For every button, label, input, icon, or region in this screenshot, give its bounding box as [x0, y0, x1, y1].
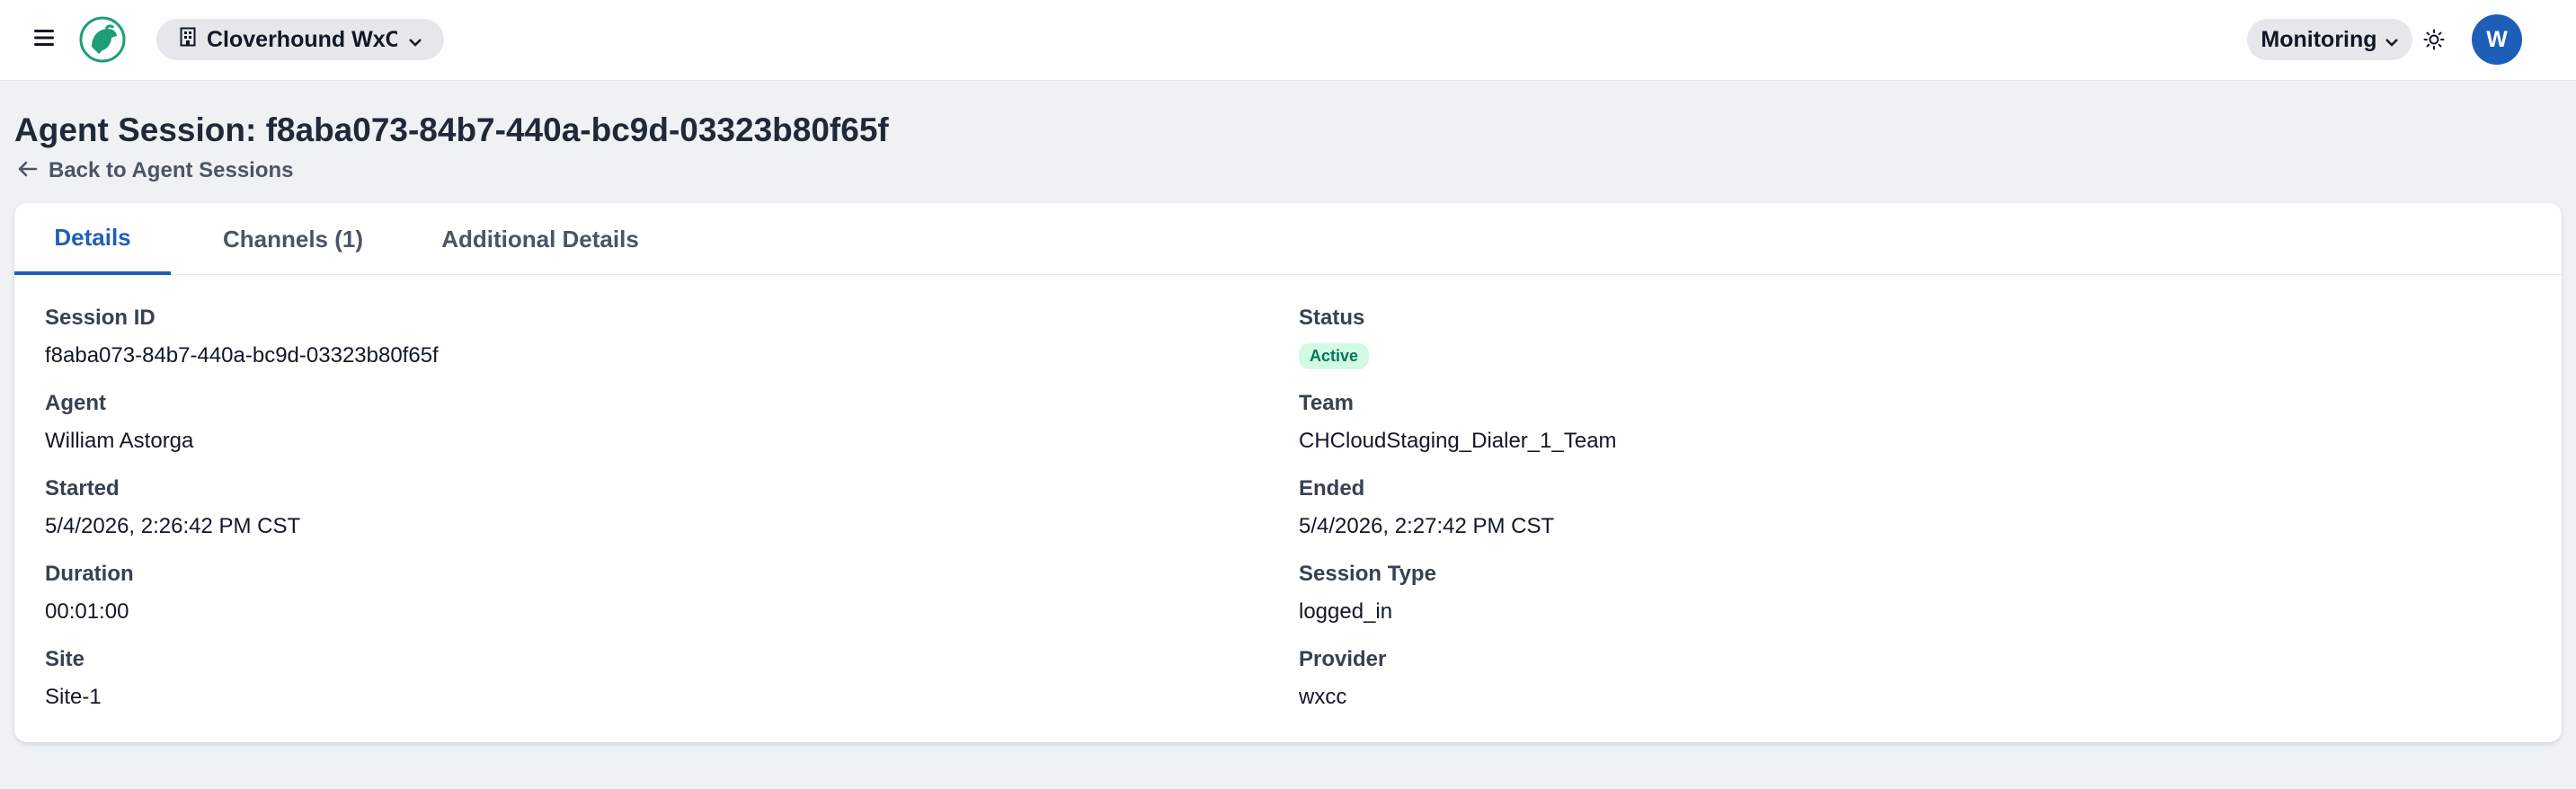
tab-channels[interactable]: Channels (1) — [185, 203, 401, 275]
session-id-field: Session ID f8aba073-84b7-440a-bc9d-03323… — [45, 306, 439, 368]
chevron-down-icon — [408, 27, 422, 53]
monitoring-dropdown-label: Monitoring — [2261, 26, 2377, 52]
hound-logo-icon[interactable] — [79, 16, 126, 63]
status-field: Status Active — [1299, 306, 1370, 369]
back-link-label: Back to Agent Sessions — [49, 158, 294, 182]
org-selector[interactable]: Cloverhound WxC... — [156, 19, 444, 60]
chevron-down-icon — [2385, 27, 2399, 53]
session-id-label: Session ID — [45, 306, 155, 330]
top-bar: Cloverhound WxC... Monitoring W — [0, 0, 2576, 81]
avatar[interactable]: W — [2472, 14, 2522, 65]
status-badge: Active — [1299, 343, 1370, 369]
session-details-card: Details Channels (1) Additional Details … — [14, 203, 2562, 742]
tab-bar: Details Channels (1) Additional Details — [14, 203, 2562, 275]
monitoring-dropdown[interactable]: Monitoring — [2247, 19, 2412, 60]
ended-field: Ended 5/4/2026, 2:27:42 PM CST — [1299, 476, 1554, 539]
duration-value: 00:01:00 — [45, 599, 129, 624]
started-field: Started 5/4/2026, 2:26:42 PM CST — [45, 476, 300, 539]
sun-icon[interactable] — [2418, 23, 2450, 56]
duration-label: Duration — [45, 562, 134, 586]
agent-field: Agent William Astorga — [45, 391, 193, 454]
agent-label: Agent — [45, 391, 106, 415]
team-label: Team — [1299, 391, 1354, 415]
site-field: Site Site-1 — [45, 647, 102, 710]
session-id-value: f8aba073-84b7-440a-bc9d-03323b80f65f — [45, 343, 439, 368]
provider-label: Provider — [1299, 647, 1387, 671]
tab-details[interactable]: Details — [14, 203, 171, 275]
back-to-agent-sessions-link[interactable]: Back to Agent Sessions — [18, 158, 294, 183]
site-label: Site — [45, 647, 85, 671]
started-value: 5/4/2026, 2:26:42 PM CST — [45, 514, 301, 538]
arrow-left-icon — [18, 158, 38, 183]
session-type-label: Session Type — [1299, 562, 1436, 586]
provider-field: Provider wxcc — [1299, 647, 1386, 710]
provider-value: wxcc — [1299, 685, 1347, 709]
building-icon — [180, 27, 196, 53]
agent-value: William Astorga — [45, 429, 194, 453]
tab-additional-details[interactable]: Additional Details — [410, 203, 671, 275]
page-title: Agent Session: f8aba073-84b7-440a-bc9d-0… — [14, 111, 889, 148]
ended-label: Ended — [1299, 476, 1365, 501]
hamburger-menu-icon[interactable] — [29, 22, 59, 53]
team-field: Team CHCloudStaging_Dialer_1_Team — [1299, 391, 1617, 454]
team-value: CHCloudStaging_Dialer_1_Team — [1299, 429, 1617, 453]
session-type-field: Session Type logged_in — [1299, 562, 1436, 625]
status-label: Status — [1299, 306, 1365, 330]
org-selector-label: Cloverhound WxC... — [207, 26, 397, 52]
session-type-value: logged_in — [1299, 599, 1393, 624]
ended-value: 5/4/2026, 2:27:42 PM CST — [1299, 514, 1555, 538]
duration-field: Duration 00:01:00 — [45, 562, 134, 625]
started-label: Started — [45, 476, 120, 501]
site-value: Site-1 — [45, 685, 102, 709]
